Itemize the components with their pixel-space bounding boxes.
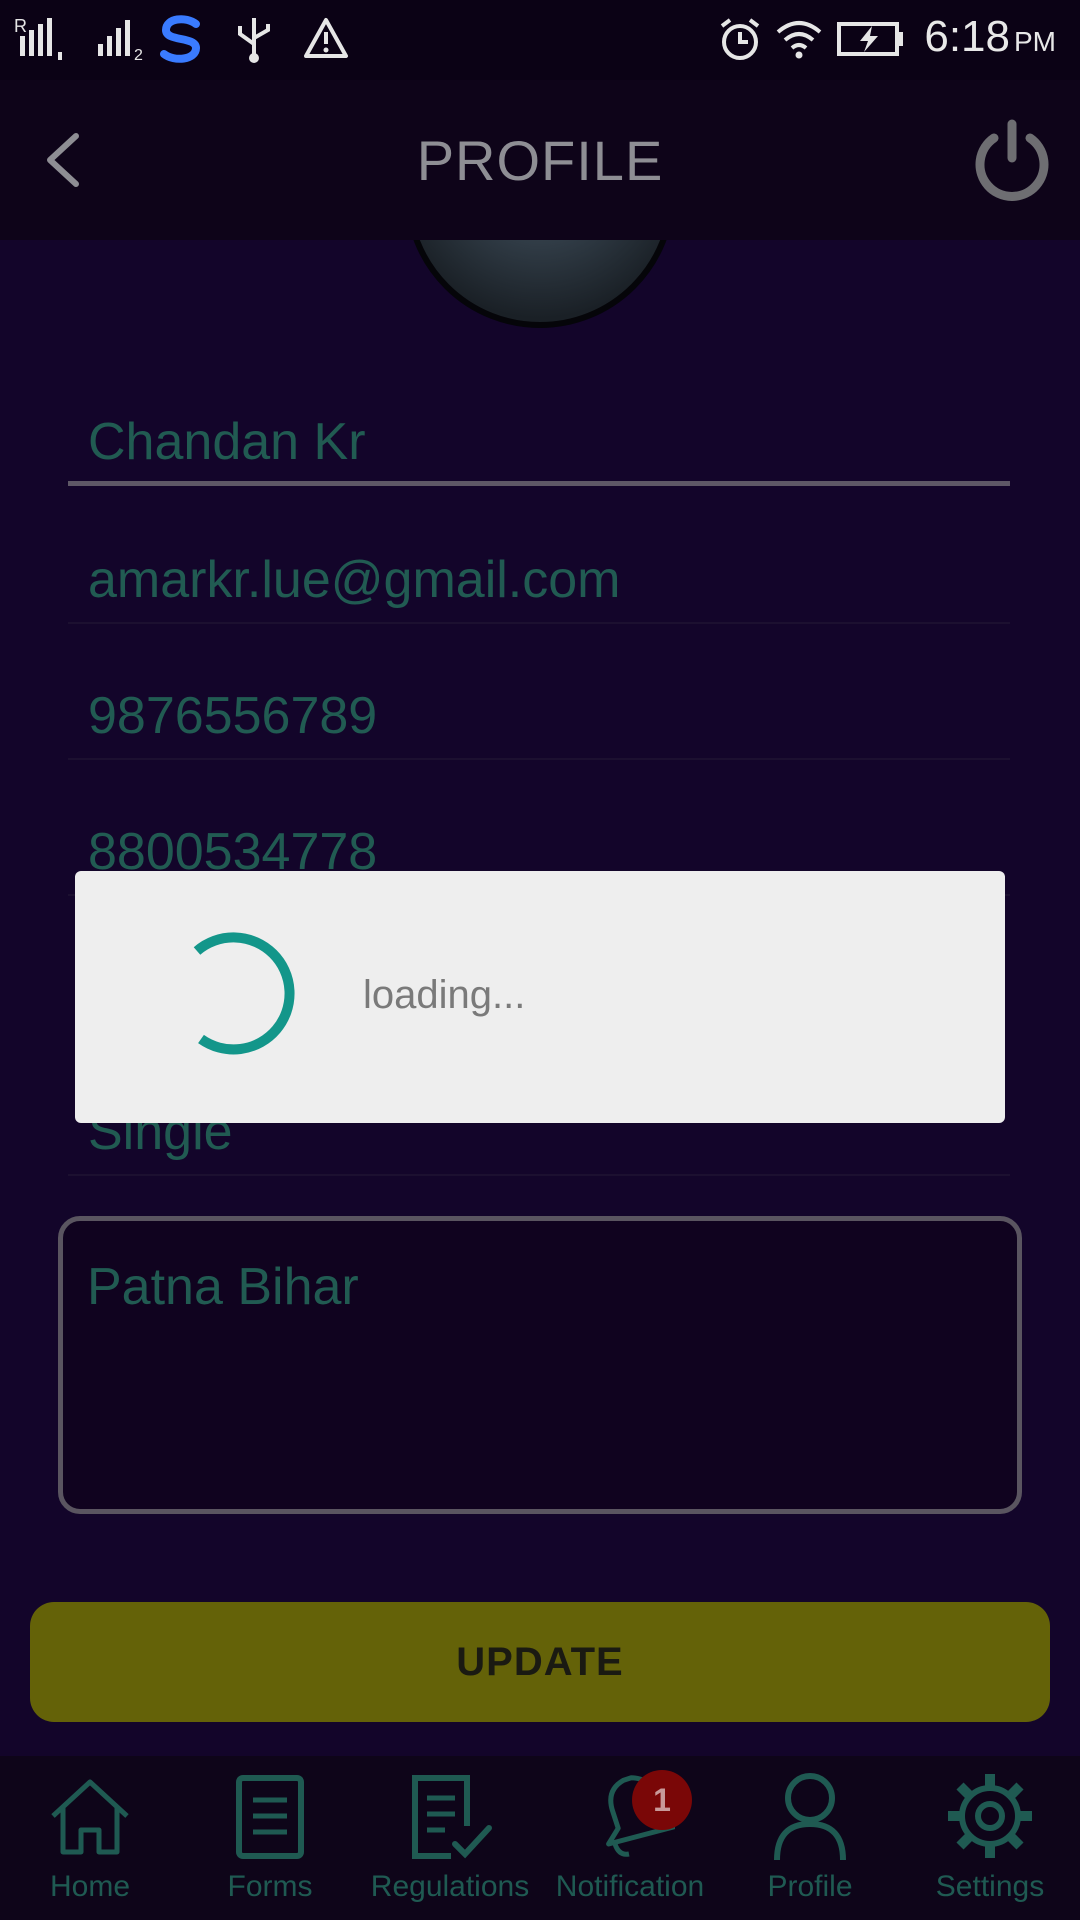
phone-field-underline: [68, 758, 1010, 760]
nav-regulations[interactable]: Regulations: [360, 1756, 540, 1920]
s-app-icon: [156, 14, 206, 64]
bottom-navigation: Home Forms Regulations 1 Notification Pr…: [0, 1756, 1080, 1920]
nav-settings[interactable]: Settings: [900, 1756, 1080, 1920]
battery-charging-icon: [836, 14, 906, 64]
email-value: amarkr.lue@gmail.com: [88, 551, 621, 609]
loading-spinner-icon: [167, 931, 299, 1063]
nav-home-label: Home: [49, 1870, 131, 1903]
svg-text:2: 2: [134, 47, 143, 64]
nav-profile[interactable]: Profile: [720, 1756, 900, 1920]
name-value: Chandan Kr: [88, 413, 366, 471]
signal-icon: R: [14, 14, 74, 64]
svg-text:R: R: [14, 16, 27, 36]
name-field[interactable]: Chandan Kr: [68, 386, 1010, 486]
address-value: Patna Bihar: [87, 1258, 359, 1316]
marital-status-underline: [68, 1174, 1010, 1176]
gear-icon: [945, 1766, 1035, 1866]
email-field[interactable]: amarkr.lue@gmail.com: [68, 524, 1010, 624]
nav-notification[interactable]: 1 Notification: [540, 1756, 720, 1920]
name-field-underline: [68, 481, 1010, 486]
phone-field[interactable]: 9876556789: [68, 660, 1010, 760]
toolbar: PROFILE: [0, 80, 1080, 240]
email-field-underline: [68, 622, 1010, 624]
checklist-icon: [405, 1766, 495, 1866]
home-icon: [45, 1766, 135, 1866]
screen: R 2 6:18 PM Chandan Kr amarkr.lue@gmail.…: [0, 0, 1080, 1920]
page-title: PROFILE: [416, 129, 664, 192]
clock: 6:18 PM: [924, 12, 1056, 61]
power-icon[interactable]: [972, 118, 1052, 202]
person-icon: [765, 1766, 855, 1866]
loading-message: loading...: [363, 973, 526, 1017]
nav-forms-label: Forms: [227, 1870, 313, 1903]
nav-forms[interactable]: Forms: [180, 1756, 360, 1920]
nav-regulations-label: Regulations: [370, 1870, 530, 1903]
usb-icon: [232, 14, 276, 64]
notification-badge: 1: [632, 1770, 692, 1830]
warning-icon: [302, 14, 350, 64]
alarm-icon: [716, 14, 764, 64]
status-bar: R 2 6:18 PM: [0, 0, 1080, 80]
signal-2-icon: 2: [96, 14, 152, 64]
wifi-icon: [774, 14, 824, 64]
document-icon: [225, 1766, 315, 1866]
loading-dialog: loading...: [75, 871, 1005, 1123]
nav-home[interactable]: Home: [0, 1756, 180, 1920]
update-button[interactable]: UPDATE: [30, 1602, 1050, 1722]
nav-settings-label: Settings: [935, 1870, 1045, 1903]
address-field[interactable]: Patna Bihar: [58, 1216, 1022, 1514]
nav-notification-label: Notification: [555, 1870, 705, 1903]
nav-profile-label: Profile: [767, 1870, 853, 1903]
phone-value: 9876556789: [88, 687, 378, 745]
